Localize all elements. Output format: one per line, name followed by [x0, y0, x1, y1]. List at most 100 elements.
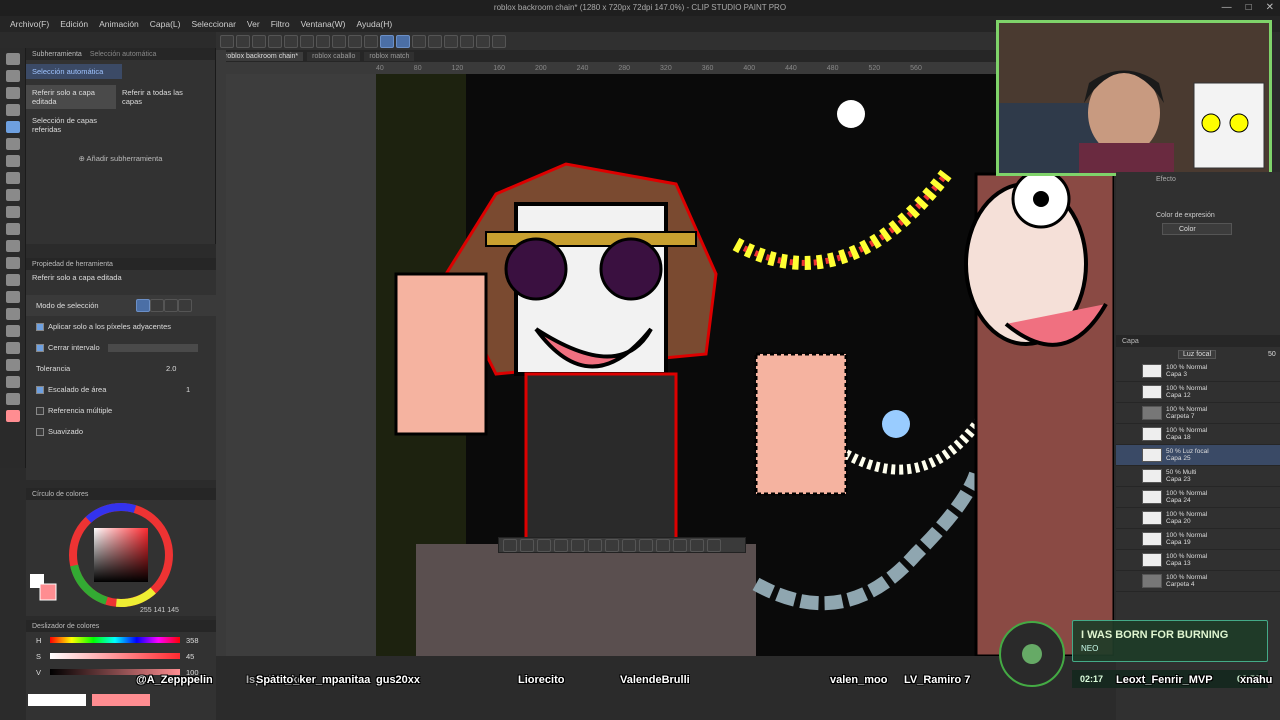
blend-tool-icon[interactable]	[6, 257, 20, 269]
sub-tool-edited-layer[interactable]: Referir solo a capa editada	[26, 85, 116, 109]
saturation-value[interactable]: 45	[186, 652, 194, 661]
menu-ver[interactable]: Ver	[243, 19, 267, 29]
deselect-icon[interactable]	[503, 538, 517, 552]
figure-tool-icon[interactable]	[6, 308, 20, 320]
balloon-tool-icon[interactable]	[6, 376, 20, 388]
lasso-tool-icon[interactable]	[6, 104, 20, 116]
close-gap-checkbox[interactable]	[36, 343, 44, 352]
screentone-icon[interactable]	[690, 538, 704, 552]
zoom-icon[interactable]	[492, 34, 506, 48]
area-scaling-checkbox[interactable]	[36, 385, 44, 394]
main-color-swatch[interactable]	[39, 583, 57, 601]
layer-row[interactable]: 100 % Normal Capa 3	[1116, 361, 1280, 382]
text-tool-icon[interactable]	[6, 359, 20, 371]
color-wheel[interactable]: 255 141 145	[26, 500, 216, 616]
layer-row[interactable]: 100 % Normal Capa 20	[1116, 508, 1280, 529]
close-gap-level-slider[interactable]	[107, 343, 198, 352]
layer-row[interactable]: 100 % Normal Capa 12	[1116, 382, 1280, 403]
tolerance-value[interactable]: 2.0	[166, 364, 176, 373]
tab-tool-property[interactable]: Propiedad de herramienta	[32, 261, 113, 268]
hue-value[interactable]: 358	[186, 636, 199, 645]
save-icon[interactable]	[252, 34, 266, 48]
gradient-tool-icon[interactable]	[6, 291, 20, 303]
shrink-selection-icon[interactable]	[554, 538, 568, 552]
doc-tab-backroom-chain[interactable]: roblox backroom chain*	[220, 51, 304, 61]
menu-seleccionar[interactable]: Seleccionar	[188, 19, 243, 29]
area-scaling-value[interactable]: 1	[186, 385, 190, 394]
doc-tab-match[interactable]: roblox match	[364, 51, 415, 61]
tab-color-slider[interactable]: Deslizador de colores	[32, 623, 99, 630]
saturation-slider[interactable]	[50, 653, 180, 659]
redo-icon[interactable]	[300, 34, 314, 48]
fill-icon[interactable]	[673, 538, 687, 552]
expression-color-dropdown[interactable]: Color	[1162, 223, 1232, 235]
sub-tool-all-layers[interactable]: Referir a todas las capas	[116, 85, 206, 109]
clear-selection-icon[interactable]	[571, 538, 585, 552]
layer-row[interactable]: 100 % Normal Capa 13	[1116, 550, 1280, 571]
layer-row-selected[interactable]: 50 % Luz focal Capa 25	[1116, 445, 1280, 466]
zoom-tool-icon[interactable]	[6, 53, 20, 65]
open-icon[interactable]	[236, 34, 250, 48]
layer-row[interactable]: 100 % Normal Carpeta 4	[1116, 571, 1280, 592]
airbrush-tool-icon[interactable]	[6, 206, 20, 218]
menu-capa[interactable]: Capa(L)	[146, 19, 188, 29]
auto-select-tool-icon[interactable]	[6, 121, 20, 133]
fill-tool-icon[interactable]	[6, 274, 20, 286]
color-swatch-icon[interactable]	[6, 410, 20, 422]
multi-ref-checkbox[interactable]	[36, 406, 44, 415]
ruler-tool-icon[interactable]	[6, 342, 20, 354]
menu-edicion[interactable]: Edición	[56, 19, 95, 29]
fill-icon[interactable]	[348, 34, 362, 48]
layer-row[interactable]: 50 % Multi Capa 23	[1116, 466, 1280, 487]
crop-icon[interactable]	[428, 34, 442, 48]
brush-tool-icon[interactable]	[6, 189, 20, 201]
mode-new-icon[interactable]	[136, 299, 150, 312]
doc-tab-caballo[interactable]: roblox caballo	[307, 51, 361, 61]
mode-intersect-icon[interactable]	[178, 299, 192, 312]
sub-tool-group[interactable]: Selección automática	[26, 64, 122, 79]
pen-tool-icon[interactable]	[6, 155, 20, 167]
export-icon[interactable]	[268, 34, 282, 48]
layer-row[interactable]: 100 % Normal Capa 24	[1116, 487, 1280, 508]
tab-color-wheel[interactable]: Círculo de colores	[32, 491, 88, 498]
close-icon[interactable]: ✕	[1266, 2, 1274, 13]
clear-icon[interactable]	[332, 34, 346, 48]
tab-layer[interactable]: Capa	[1122, 338, 1139, 345]
move-tool-icon[interactable]	[6, 87, 20, 99]
snap-icon[interactable]	[380, 34, 394, 48]
invert-selection-icon[interactable]	[520, 538, 534, 552]
paste-icon[interactable]	[639, 538, 653, 552]
settings-icon[interactable]	[316, 34, 330, 48]
menu-ayuda[interactable]: Ayuda(H)	[352, 19, 399, 29]
eraser-tool-icon[interactable]	[6, 240, 20, 252]
layer-row[interactable]: 100 % Normal Capa 18	[1116, 424, 1280, 445]
tab-seleccion-automatica[interactable]: Selección automática	[90, 51, 157, 58]
frame-tool-icon[interactable]	[6, 325, 20, 337]
transform-selection-icon[interactable]	[656, 538, 670, 552]
sub-tool-referred-layers[interactable]: Selección de capas referidas	[26, 113, 116, 137]
layer-row[interactable]: 100 % Normal Capa 19	[1116, 529, 1280, 550]
invert-icon[interactable]	[460, 34, 474, 48]
mode-subtract-icon[interactable]	[164, 299, 178, 312]
adjacent-pixels-checkbox[interactable]	[36, 322, 44, 331]
pencil-tool-icon[interactable]	[6, 172, 20, 184]
hand-tool-icon[interactable]	[6, 70, 20, 82]
hue-slider[interactable]	[50, 637, 180, 643]
tab-subherramienta[interactable]: Subherramienta	[32, 51, 82, 58]
menu-archivo[interactable]: Archivo(F)	[6, 19, 56, 29]
layer-row[interactable]: 100 % Normal Carpeta 7	[1116, 403, 1280, 424]
line-fix-tool-icon[interactable]	[6, 393, 20, 405]
selection-icon[interactable]	[444, 34, 458, 48]
decoration-tool-icon[interactable]	[6, 223, 20, 235]
menu-animacion[interactable]: Animación	[95, 19, 146, 29]
minimize-icon[interactable]: —	[1222, 2, 1232, 13]
expand-selection-icon[interactable]	[537, 538, 551, 552]
smoothing-checkbox[interactable]	[36, 427, 44, 436]
opacity-value[interactable]: 50	[1268, 351, 1276, 358]
cut-icon[interactable]	[605, 538, 619, 552]
add-sub-tool-button[interactable]: ⊕ Añadir subherramienta	[26, 151, 215, 166]
grid-icon[interactable]	[412, 34, 426, 48]
fill-selection-icon[interactable]	[588, 538, 602, 552]
blend-mode-dropdown[interactable]: Luz focal	[1178, 349, 1217, 359]
eyedropper-tool-icon[interactable]	[6, 138, 20, 150]
